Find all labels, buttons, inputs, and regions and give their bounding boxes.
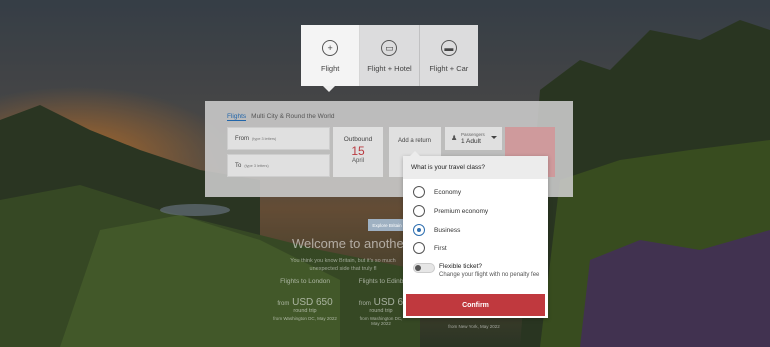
confirm-button[interactable]: Confirm [406,294,545,316]
deal-card-edinburgh[interactable]: Flights to Edinb from USD 6 round trip f… [356,278,406,326]
deal-price: from USD 6 [358,297,404,308]
passengers-value: 1 Adult [461,138,481,145]
passengers-label: Passengers [461,132,485,137]
bed-icon: ▭ [381,40,398,56]
chevron-down-icon [491,136,497,139]
dropdown-pointer [410,151,420,156]
outbound-label: Outbound [343,136,373,143]
car-icon: ▬ [440,40,457,56]
travel-class-question: What is your travel class? [403,156,548,179]
deal-origin: from Washington DC, May 2022 [359,316,403,326]
first-radio[interactable] [413,242,425,254]
deal-origin: from Washington DC, May 2022 [273,316,337,321]
welcome-intro: You think you know Britain, but it's so … [278,257,408,273]
plus-icon: + [322,40,339,56]
from-hint: (type 3 letters) [252,137,277,141]
passengers-selector[interactable]: ♟ Passengers 1 Adult [445,127,502,150]
deal-trip-type: round trip [369,308,393,314]
premium-economy-radio[interactable] [413,205,425,217]
trip-type-tabs: Flights Multi City & Round the World [227,113,335,121]
outbound-date-picker[interactable]: Outbound 15 April [333,127,383,177]
to-field[interactable]: To (type 3 letters) [227,154,330,177]
tab-flight-hotel[interactable]: ▭ Flight + Hotel [360,25,420,86]
explore-button[interactable]: Explore Britain [368,219,406,231]
from-field[interactable]: From (type 3 letters) [227,127,330,150]
tab-flight-hotel-label: Flight + Hotel [367,64,412,73]
deal-trip-type: round trip [293,308,317,314]
active-tab-pointer [323,86,335,92]
business-label: Business [434,226,461,234]
tab-flight-car[interactable]: ▬ Flight + Car [420,25,478,86]
class-option-business[interactable]: Business [413,224,460,236]
tab-flight-label: Flight [320,64,340,73]
class-option-economy[interactable]: Economy [413,186,461,198]
welcome-headline: Welcome to another [292,236,409,251]
flexible-ticket-description: Change your flight with no penalty fee [439,272,540,278]
business-radio[interactable] [413,224,425,236]
economy-label: Economy [434,188,462,196]
add-return-label: Add a return [398,138,432,144]
intro-line-2: unexpected side that truly fl [309,266,377,272]
intro-line-1: You think you know Britain, but it's so … [290,258,396,264]
deal-title: Flights to London [280,278,330,285]
deal-price: from USD 650 [277,297,333,308]
tab-flight[interactable]: + Flight [301,25,361,86]
deal-title: Flights to Edinb [358,278,404,285]
class-option-premium-economy[interactable]: Premium economy [413,205,488,217]
deal-card-london[interactable]: Flights to London from USD 650 round tri… [272,278,338,321]
flexible-ticket-title: Flexible ticket? [439,263,482,270]
tab-multi-city[interactable]: Multi City & Round the World [251,113,334,121]
first-label: First [434,244,447,252]
product-tabs: + Flight ▭ Flight + Hotel ▬ Flight + Car [301,25,478,86]
class-option-first[interactable]: First [413,242,447,254]
outbound-day: 15 [351,144,365,158]
to-hint: (type 3 letters) [244,164,269,168]
deal-origin: from New York, May 2022 [448,324,500,329]
to-label: To (type 3 letters) [235,163,269,169]
premium-economy-label: Premium economy [434,207,489,215]
travel-class-dropdown: What is your travel class? Economy Premi… [403,151,548,318]
person-icon: ♟ [451,135,458,142]
outbound-month: April [351,158,364,164]
from-label: From (type 3 letters) [235,136,277,142]
tab-flights[interactable]: Flights [227,113,247,121]
deal-card-third[interactable]: from New York, May 2022 [444,322,504,329]
tab-flight-car-label: Flight + Car [429,64,469,73]
flexible-ticket-toggle[interactable] [413,263,435,273]
economy-radio[interactable] [413,186,425,198]
